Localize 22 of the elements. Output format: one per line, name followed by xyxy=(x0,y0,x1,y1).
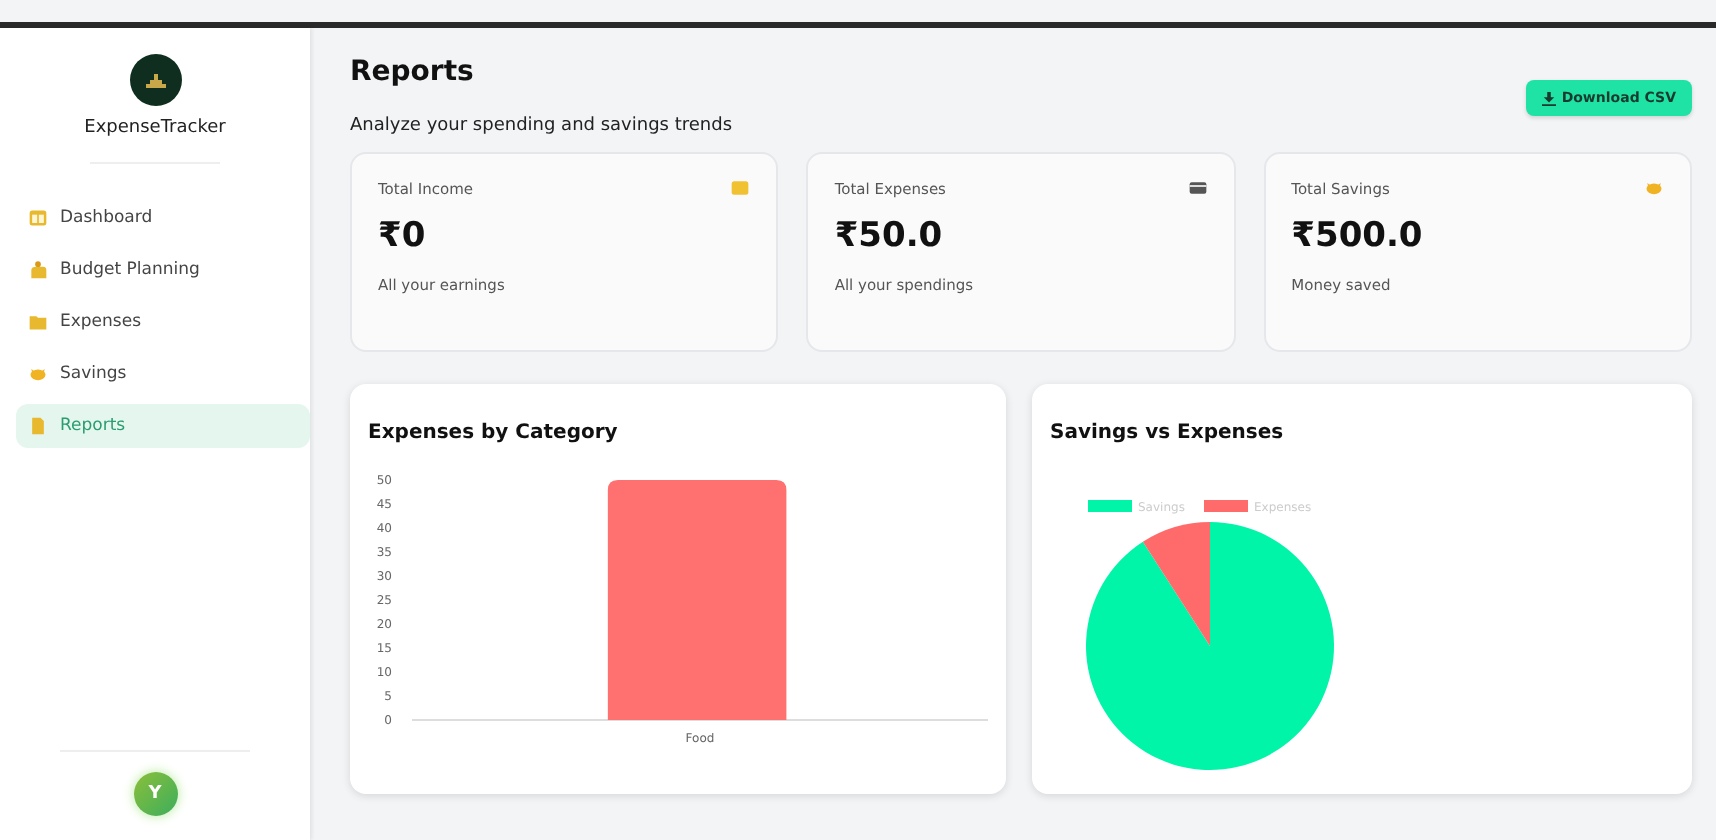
legend-swatch xyxy=(1204,500,1248,512)
nav-item[interactable]: Savings xyxy=(16,352,310,396)
page-title: Reports xyxy=(350,56,476,88)
nav-item[interactable]: Budget Planning xyxy=(16,248,310,292)
nav-item[interactable]: Dashboard xyxy=(16,196,310,240)
card-value: ₹500.0 xyxy=(1291,216,1425,256)
nav-item[interactable]: Expenses xyxy=(16,300,310,344)
chart-title: Expenses by Category xyxy=(368,422,620,444)
calendar-icon xyxy=(28,208,48,228)
download-icon xyxy=(1541,91,1556,105)
app-name: ExpenseTracker xyxy=(82,118,228,138)
legend-swatch xyxy=(1088,500,1132,512)
logo-icon xyxy=(129,54,181,106)
credit-card-icon xyxy=(1187,178,1208,198)
card-value: ₹50.0 xyxy=(834,216,945,256)
card-value: ₹0 xyxy=(378,216,428,256)
money-bag-icon xyxy=(28,260,48,280)
document-icon xyxy=(28,416,48,436)
wallet-icon xyxy=(730,178,751,198)
chart-title: Savings vs Expenses xyxy=(1050,422,1286,444)
page-subtitle: Analyze your spending and savings trends xyxy=(350,116,733,136)
folder-icon xyxy=(28,312,48,332)
